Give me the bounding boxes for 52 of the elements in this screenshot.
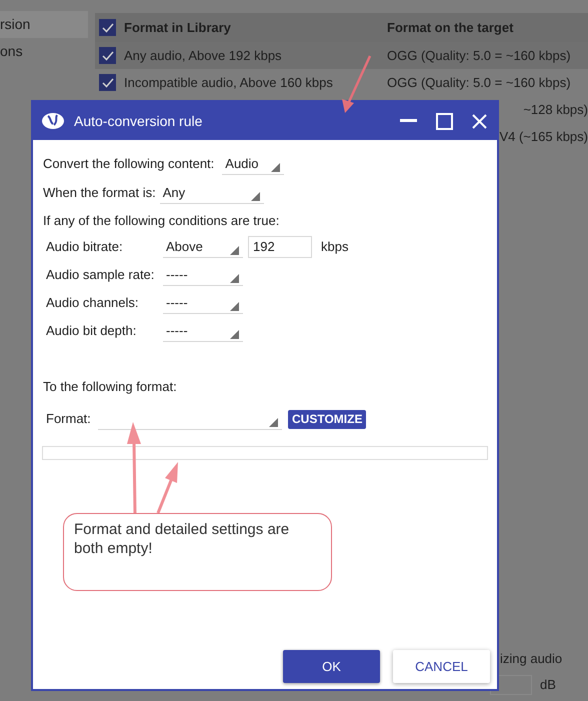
- field-label: Audio channels:: [46, 294, 140, 312]
- annotation-arrow: [342, 55, 372, 113]
- table-cell: Any audio, Above 192 kbps: [124, 48, 282, 63]
- field-label: Audio bit depth:: [46, 322, 138, 340]
- field-label: Audio sample rate:: [46, 266, 156, 284]
- column-header: Format in Library: [124, 18, 232, 37]
- field-label: Convert the following content:: [43, 155, 214, 174]
- dropdown[interactable]: -----: [163, 320, 243, 342]
- checkmark-icon: [102, 50, 114, 60]
- unit-label: kbps: [321, 238, 348, 256]
- dropdown[interactable]: -----: [163, 264, 243, 286]
- checkbox[interactable]: [99, 47, 116, 64]
- dropdown-corner-icon: [230, 246, 239, 255]
- dropdown[interactable]: Any: [160, 182, 264, 204]
- maximize-icon[interactable]: [436, 112, 453, 130]
- section-heading: To the following format:: [43, 378, 178, 396]
- minimize-icon[interactable]: [400, 119, 417, 123]
- option-label: izing audio: [500, 650, 562, 668]
- dropdown-corner-icon: [230, 302, 239, 311]
- ok-button[interactable]: OK: [283, 650, 380, 683]
- sidebar-item[interactable]: rsion: [0, 11, 88, 38]
- checkbox[interactable]: [99, 19, 116, 36]
- customize-button[interactable]: CUSTOMIZE: [288, 410, 366, 428]
- annotation-callout: Format and detailed settings are both empty!: [63, 513, 332, 591]
- dropdown-corner-icon: [269, 418, 278, 427]
- section-heading: If any of the following conditions are true:: [43, 212, 280, 230]
- table-cell: OGG (Quality: 5.0 = ~160 kbps): [387, 48, 571, 63]
- field-label: When the format is:: [43, 184, 156, 202]
- checkbox[interactable]: [99, 74, 116, 91]
- column-header: Format on the target: [387, 18, 514, 37]
- dropdown-corner-icon: [230, 274, 239, 283]
- dropdown-corner-icon: [230, 330, 239, 339]
- field-label: Format:: [46, 410, 92, 428]
- table-cell: V4 (~165 kbps): [499, 128, 588, 144]
- dropdown[interactable]: Above: [163, 236, 243, 258]
- input-field[interactable]: 192: [248, 236, 312, 258]
- close-icon[interactable]: [472, 114, 487, 128]
- table-cell: Incompatible audio, Above 160 kbps: [124, 74, 333, 90]
- cancel-button[interactable]: CANCEL: [393, 650, 490, 683]
- field-label: Audio bitrate:: [46, 238, 124, 256]
- checkmark-icon: [102, 78, 114, 88]
- dropdown-corner-icon: [250, 192, 260, 201]
- checkmark-icon: [102, 22, 114, 32]
- dropdown-corner-icon: [271, 163, 280, 172]
- dropdown[interactable]: -----: [163, 292, 243, 314]
- annotation-arrow: [156, 462, 178, 514]
- window-title: Auto-conversion rule: [74, 112, 202, 130]
- table-cell: ~128 kbps): [523, 102, 588, 117]
- dropdown[interactable]: Audio: [222, 153, 284, 175]
- sidebar-item[interactable]: ons: [0, 38, 88, 65]
- unit-label: dB: [540, 676, 556, 694]
- table-cell: OGG (Quality: 5.0 = ~160 kbps): [387, 74, 571, 90]
